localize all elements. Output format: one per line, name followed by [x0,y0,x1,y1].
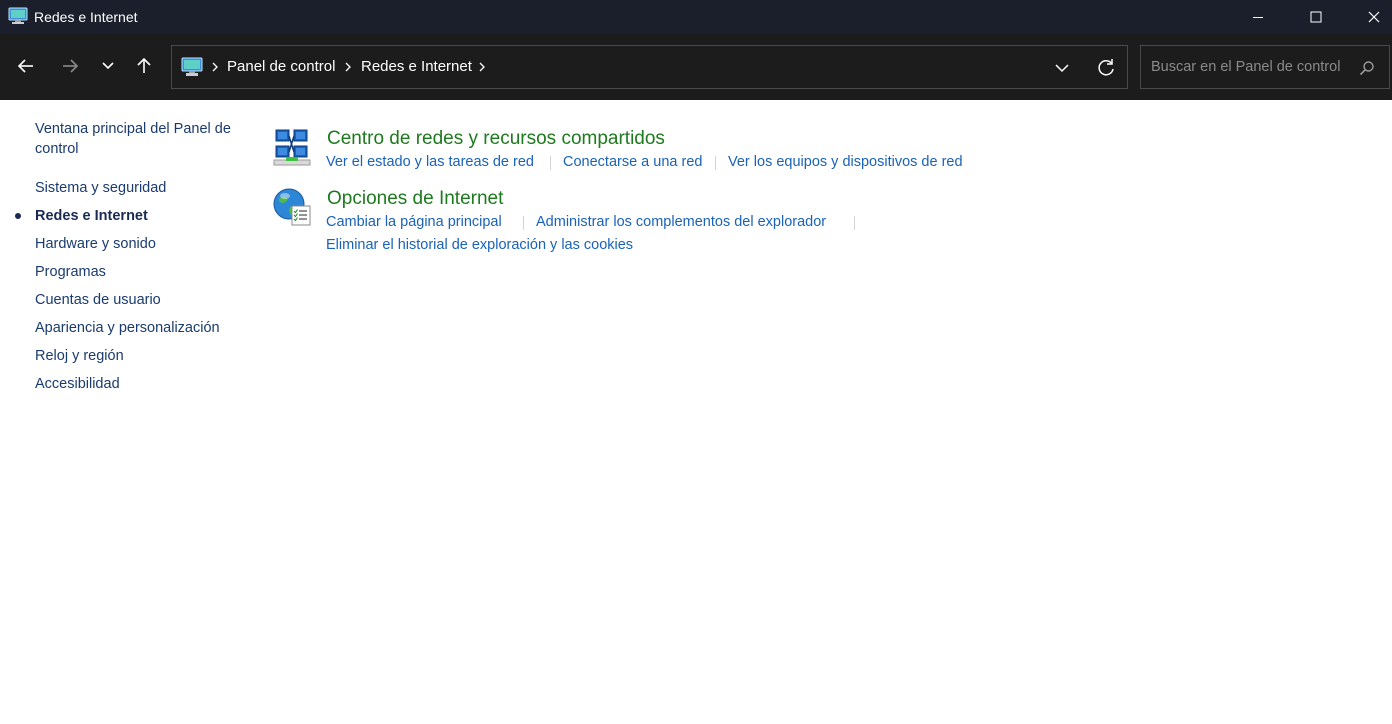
maximize-icon [1310,11,1322,23]
internet-options-icon[interactable] [272,187,312,227]
chevron-right-icon [212,62,218,72]
link-separator [550,156,551,170]
sidebar-item-apariencia-y-personalizacion[interactable]: Apariencia y personalización [35,318,220,338]
sidebar-item-reloj-y-region[interactable]: Reloj y región [35,346,124,366]
maximize-button[interactable] [1287,0,1345,34]
close-button[interactable] [1345,0,1392,34]
chevron-right-icon[interactable] [342,61,354,73]
close-icon [1368,11,1380,23]
title-bar: Redes e Internet [0,0,1392,34]
connect-to-network-link[interactable]: Conectarse a una red [563,154,702,170]
view-network-devices-link[interactable]: Ver los equipos y dispositivos de red [728,154,963,170]
sidebar-home-link[interactable]: Ventana principal del Panel de control [35,119,250,159]
back-button[interactable] [10,50,42,82]
sidebar-item-sistema-y-seguridad[interactable]: Sistema y seguridad [35,178,166,198]
control-panel-icon [181,57,203,76]
search-placeholder: Buscar en el Panel de control [1151,59,1341,75]
view-network-status-link[interactable]: Ver el estado y las tareas de red [326,154,534,170]
network-center-icon[interactable] [272,128,312,168]
sidebar-item-hardware-y-sonido[interactable]: Hardware y sonido [35,234,156,254]
manage-addons-link[interactable]: Administrar los complementos del explora… [536,214,826,230]
chevron-down-icon [102,62,114,70]
search-icon[interactable] [1359,60,1375,76]
link-separator [854,216,855,230]
minimize-button[interactable] [1229,0,1287,34]
delete-browsing-history-link[interactable]: Eliminar el historial de exploración y l… [326,237,633,253]
sidebar-item-programas[interactable]: Programas [35,262,106,282]
control-panel-icon [8,7,28,24]
chevron-right-icon[interactable] [476,61,488,73]
network-center-title[interactable]: Centro de redes y recursos compartidos [327,128,665,150]
sidebar-item-cuentas-de-usuario[interactable]: Cuentas de usuario [35,290,161,310]
breadcrumb-redes-e-internet[interactable]: Redes e Internet [361,58,472,75]
up-button[interactable] [128,50,160,82]
active-item-bullet [15,213,21,219]
navigation-bar: Panel de control Redes e Internet Buscar… [0,34,1392,100]
forward-button[interactable] [54,50,86,82]
breadcrumb-panel-de-control[interactable]: Panel de control [227,58,335,75]
refresh-icon[interactable] [1095,57,1117,79]
sidebar-item-accesibilidad[interactable]: Accesibilidad [35,374,120,394]
change-home-page-link[interactable]: Cambiar la página principal [326,214,502,230]
chevron-down-icon[interactable] [1052,58,1072,78]
back-arrow-icon [17,59,33,73]
address-bar[interactable]: Panel de control Redes e Internet [171,45,1128,89]
sidebar-item-redes-e-internet[interactable]: Redes e Internet [35,206,148,226]
minimize-icon [1253,17,1263,18]
window-title: Redes e Internet [34,9,138,25]
forward-arrow-icon [63,59,79,73]
recent-locations-button[interactable] [92,50,124,82]
link-separator [715,156,716,170]
internet-options-title[interactable]: Opciones de Internet [327,188,503,210]
link-separator [523,216,524,230]
main-content: Centro de redes y recursos compartidos V… [270,100,1390,724]
up-arrow-icon [137,57,151,73]
sidebar: Ventana principal del Panel de control S… [0,100,250,724]
search-input[interactable]: Buscar en el Panel de control [1140,45,1390,89]
